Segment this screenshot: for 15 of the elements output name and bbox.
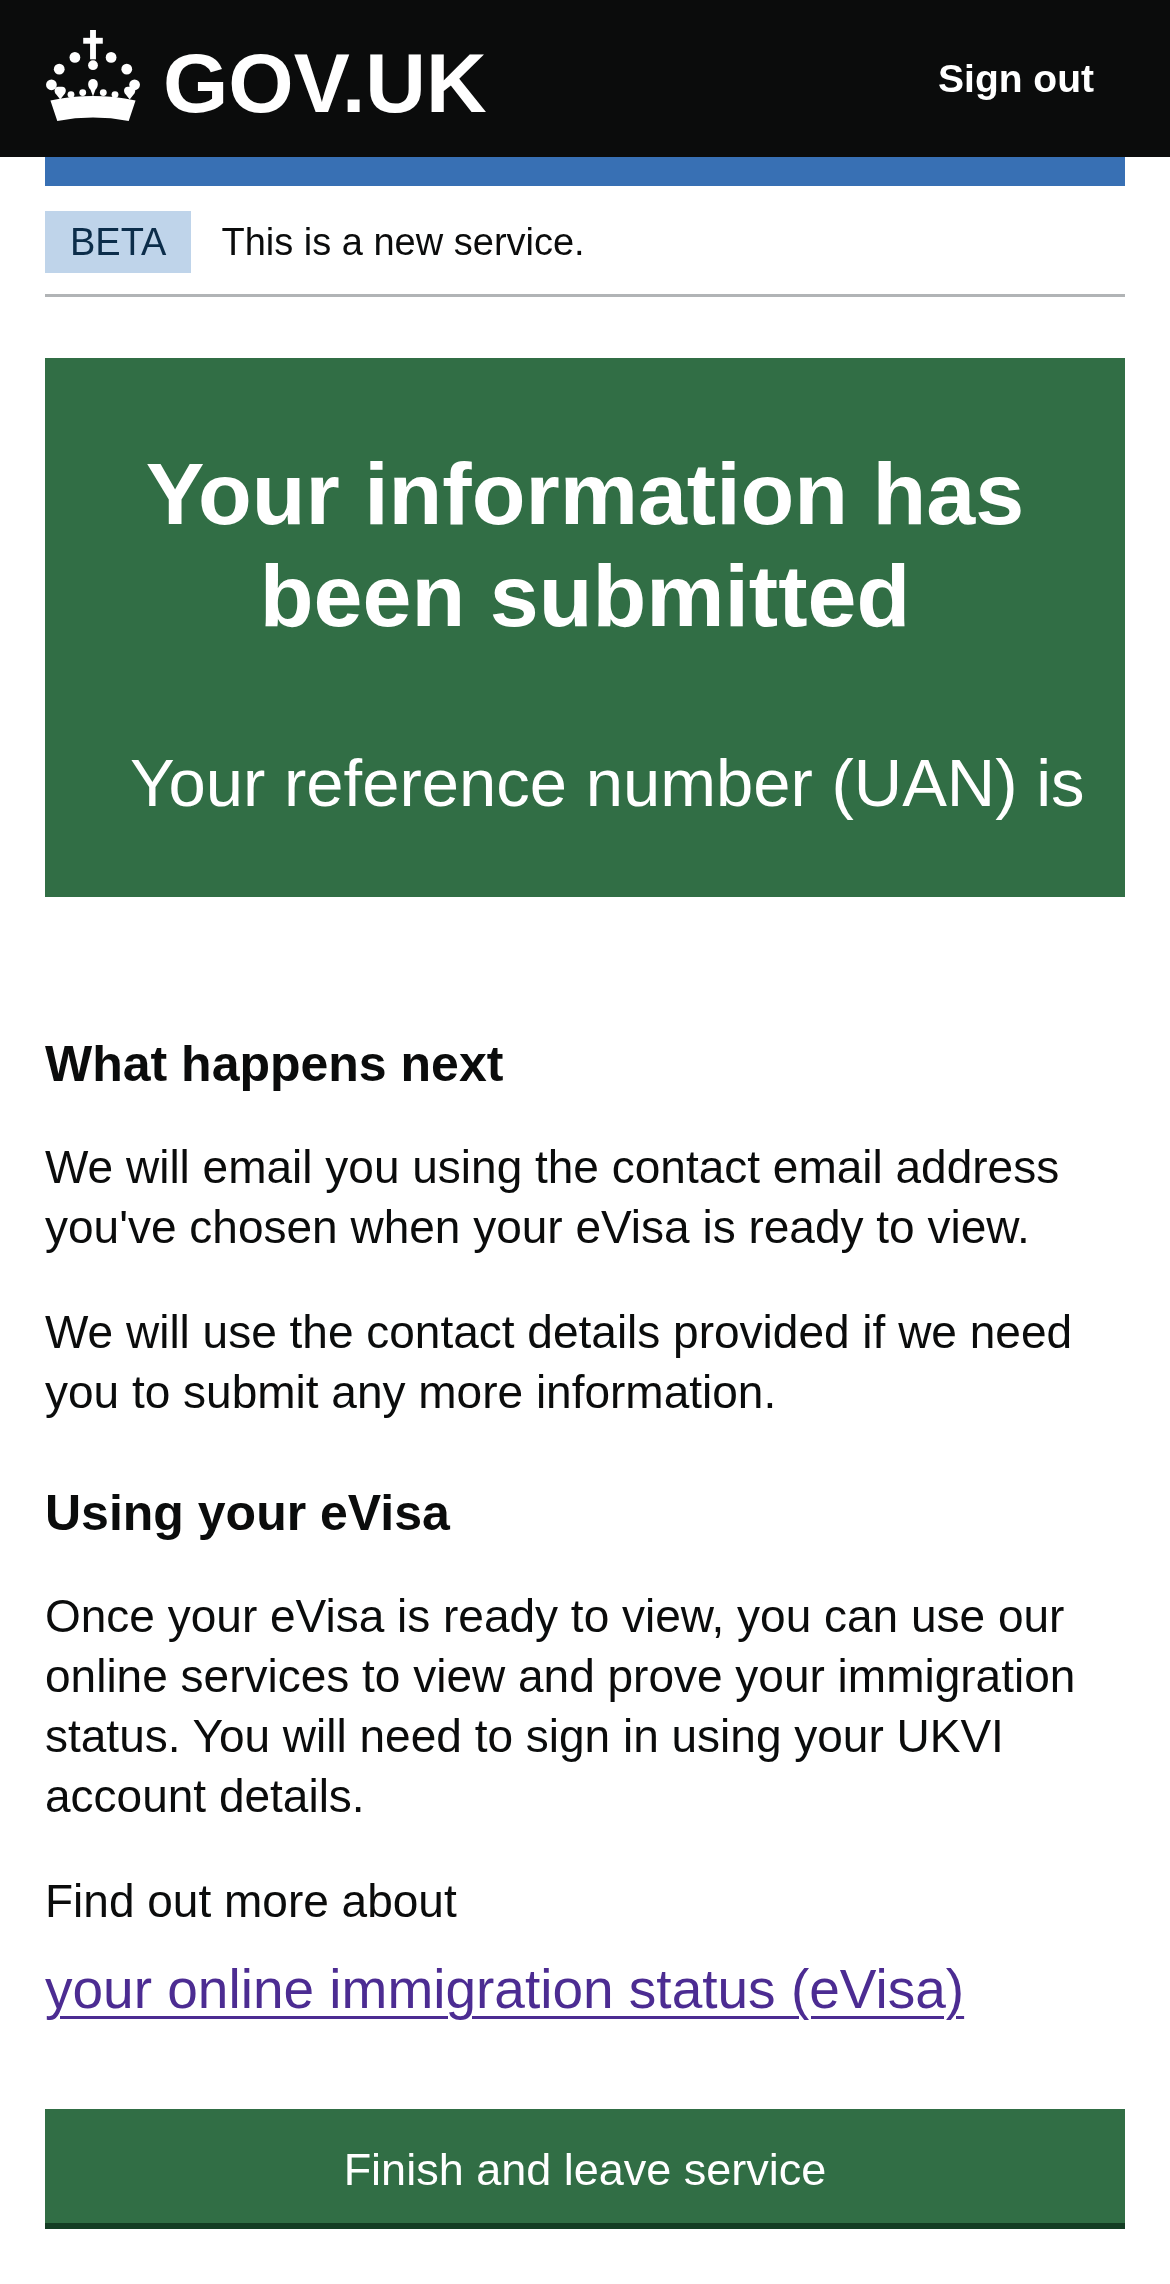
phase-tag: BETA [45, 211, 192, 273]
paragraph: Find out more about [45, 1874, 458, 1929]
logo-link[interactable]: GOV.UK [45, 26, 487, 125]
section-heading: Using your eVisa [45, 1484, 451, 1543]
paragraph: We will use the contact details provided if we need you to submit any more information. [45, 1305, 1074, 1420]
finish-button[interactable]: Finish and leave service [45, 2109, 1125, 2229]
phase-banner-text: This is a new service. [221, 220, 585, 265]
reference-text: Your reference number (UAN) is [129, 744, 1086, 822]
crown-icon [45, 30, 141, 121]
paragraph: Once your eVisa is ready to view, you can use our online services to view and prove your immigration status. You will need to sign in using your UKVI account details. [45, 1589, 1077, 1824]
paragraph: We will email you using the contact email address you've chosen when your eVisa is ready to view. [45, 1140, 1061, 1255]
section-heading: What happens next [45, 1035, 505, 1094]
panel-title: Your information has been submitted [144, 443, 1026, 647]
status-link[interactable]: your online immigration status (eVisa) [45, 1958, 965, 2020]
sign-out-link[interactable]: Sign out [938, 54, 1094, 103]
